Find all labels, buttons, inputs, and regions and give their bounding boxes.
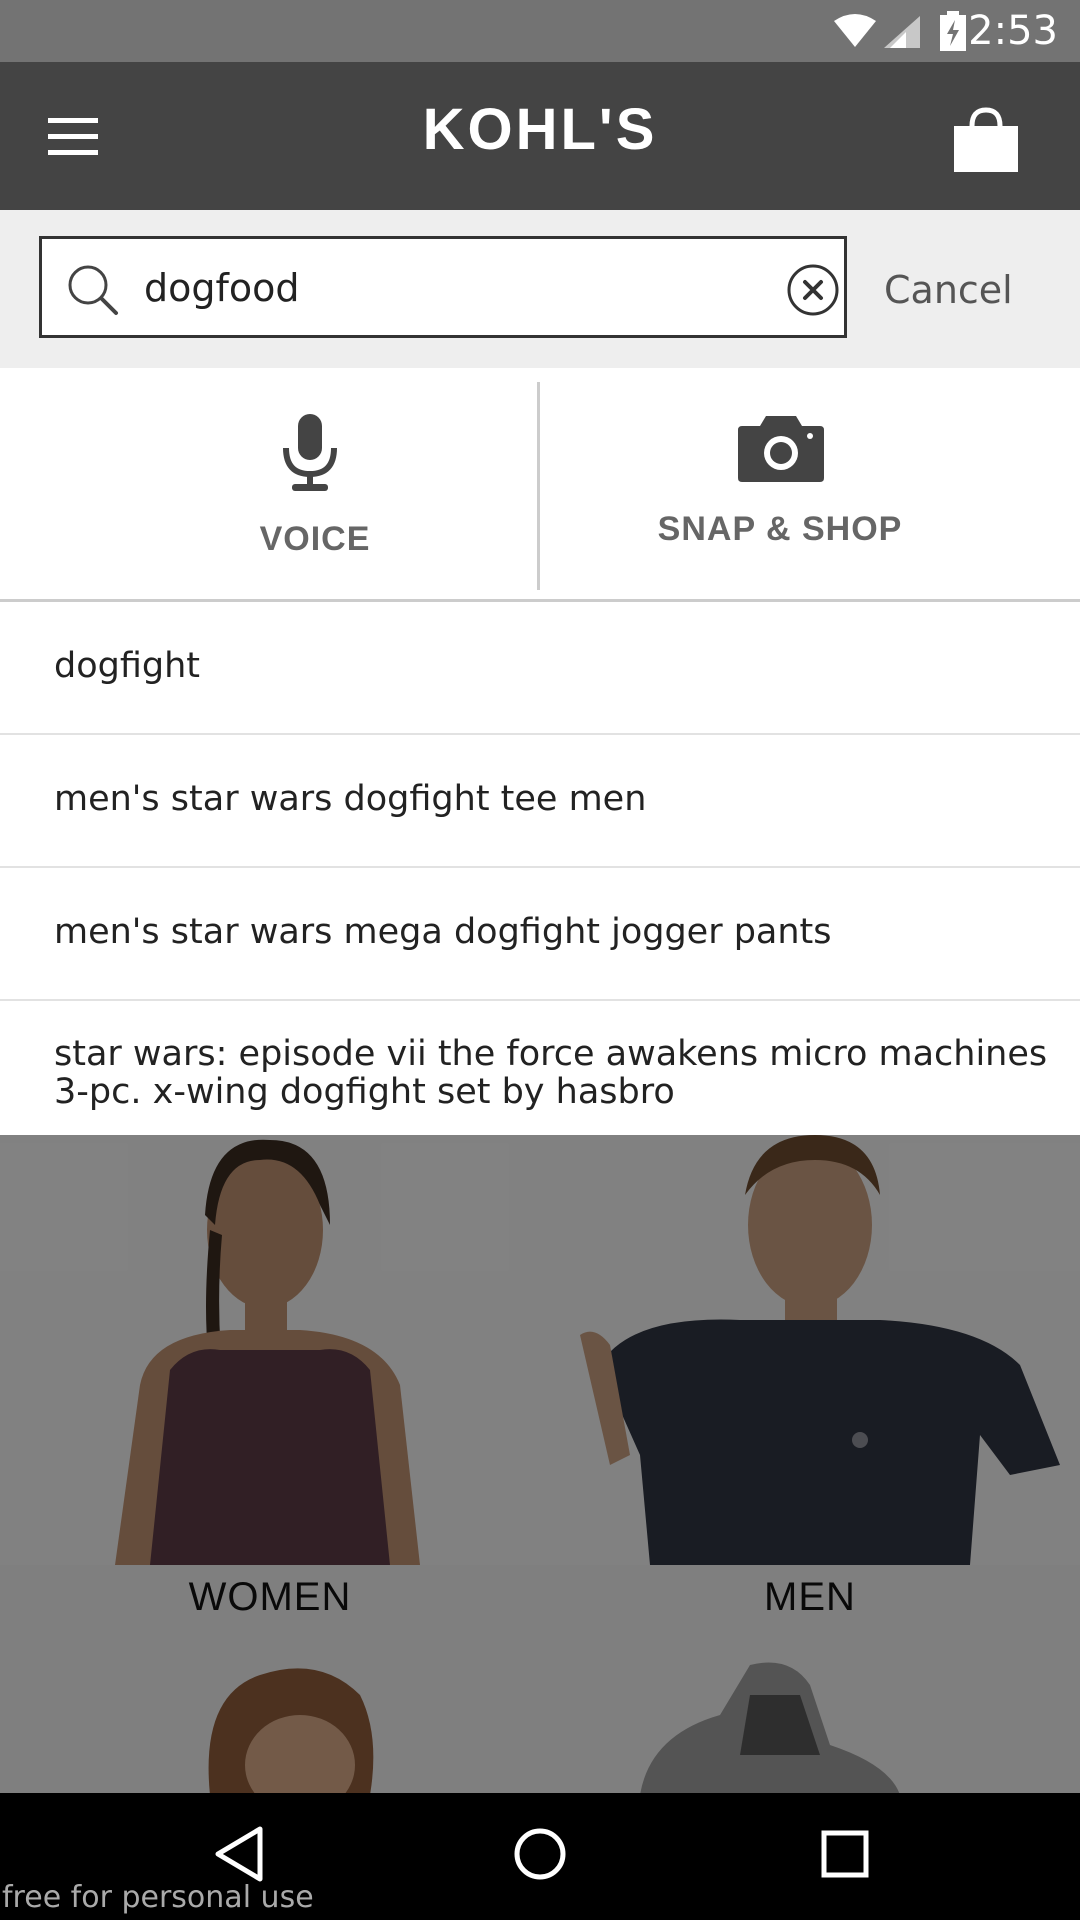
suggestion-item[interactable]: star wars: episode vii the force awakens…: [0, 1001, 1080, 1135]
search-input[interactable]: [144, 253, 804, 323]
shopping-bag-button[interactable]: [950, 104, 1022, 176]
men-model-image: [540, 1135, 1080, 1565]
suggestion-text: star wars: episode vii the force awakens…: [54, 1035, 1048, 1111]
kids-category-image[interactable]: [190, 1655, 390, 1793]
microphone-icon: [283, 414, 337, 491]
women-model-image: [0, 1135, 540, 1565]
suggestion-item[interactable]: men's star wars mega dogfight jogger pan…: [0, 868, 1080, 1001]
search-box[interactable]: [39, 236, 847, 338]
snap-and-shop-button[interactable]: SNAP & SHOP: [540, 368, 1080, 600]
voice-search-button[interactable]: VOICE: [0, 368, 537, 600]
home-icon[interactable]: [512, 1823, 568, 1885]
app-bar: KOHL'S: [0, 62, 1080, 210]
suggestion-item[interactable]: dogfight: [0, 602, 1080, 735]
shoes-category-image[interactable]: [630, 1655, 910, 1793]
watermark-text: free for personal use: [2, 1880, 314, 1915]
search-options: VOICE SNAP & SHOP: [0, 368, 1080, 602]
kohls-logo[interactable]: KOHL'S: [0, 96, 1080, 163]
suggestion-text: men's star wars mega dogfight jogger pan…: [54, 913, 832, 951]
clear-search-button[interactable]: [786, 263, 840, 317]
search-icon: [68, 265, 118, 315]
suggestion-text: men's star wars dogfight tee men: [54, 780, 647, 818]
back-icon[interactable]: [210, 1823, 268, 1885]
search-row: Cancel: [0, 210, 1080, 368]
shopping-bag-icon: [954, 107, 1018, 172]
signal-icon: [884, 16, 920, 48]
category-tile-men[interactable]: MEN: [540, 1135, 1080, 1635]
category-grid: WOMEN MEN: [0, 1135, 1080, 1793]
status-bar: 2:53: [0, 0, 1080, 62]
wifi-icon: [834, 14, 876, 47]
voice-label: VOICE: [259, 520, 371, 558]
status-time: 2:53: [968, 8, 1058, 54]
category-label-women: WOMEN: [188, 1575, 352, 1619]
clear-circle-x-icon: [787, 264, 839, 316]
suggestion-item[interactable]: men's star wars dogfight tee men: [0, 735, 1080, 868]
cancel-button[interactable]: Cancel: [884, 268, 1013, 312]
battery-charging-icon: [940, 11, 966, 51]
category-label-men: MEN: [764, 1575, 856, 1619]
category-tile-women[interactable]: WOMEN: [0, 1135, 540, 1635]
recents-icon[interactable]: [818, 1823, 874, 1885]
snap-and-shop-label: SNAP & SHOP: [657, 510, 903, 548]
camera-icon: [738, 416, 824, 482]
suggestion-text: dogfight: [54, 647, 201, 685]
